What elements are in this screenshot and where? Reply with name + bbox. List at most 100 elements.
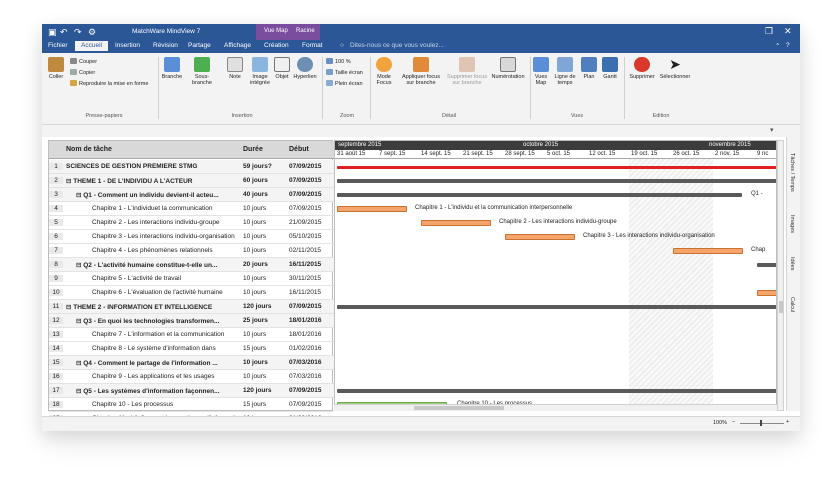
fit-screen-button[interactable]: Taille écran xyxy=(326,69,363,76)
options-bar: ▾ xyxy=(42,125,800,137)
gantt-summary-bar[interactable] xyxy=(337,389,776,393)
table-row[interactable]: 3 ⊟ Q1 - Comment un individu devient-il a… xyxy=(49,188,334,202)
dropdown-arrow-icon[interactable]: ▾ xyxy=(770,126,774,134)
tab-affichage[interactable]: Affichage xyxy=(224,42,251,49)
task-name: Chapitre 2 - Les interactions individu-g… xyxy=(92,219,220,226)
help-icon[interactable]: ? xyxy=(786,42,790,49)
gantt-task-bar[interactable] xyxy=(505,234,575,240)
gantt-button[interactable]: Gantt xyxy=(600,57,620,80)
apply-focus-button[interactable]: Appliquer focus sur branche xyxy=(398,57,444,86)
full-screen-button[interactable]: Plein écran xyxy=(326,80,363,87)
focus-mode-button[interactable]: Mode Focus xyxy=(372,57,396,86)
scrollbar-thumb[interactable] xyxy=(779,301,783,313)
image-button[interactable]: Image intégrée xyxy=(247,57,273,86)
table-row[interactable]: 10 Chapitre 6 - L'évaluation de l'activit… xyxy=(49,286,334,300)
task-start: 07/09/2015 xyxy=(289,163,322,170)
zoom-slider-thumb[interactable] xyxy=(760,420,762,426)
gantt-summary-bar[interactable] xyxy=(757,263,776,267)
gantt-summary-bar[interactable] xyxy=(337,305,776,309)
note-button[interactable]: Note xyxy=(227,57,243,80)
table-row[interactable]: 5 Chapitre 2 - Les interactions individu-… xyxy=(49,216,334,230)
zoom-100-button[interactable]: 100 % xyxy=(326,58,351,65)
select-button[interactable]: ➤ Sélectionner xyxy=(658,57,692,81)
table-row[interactable]: 8 ⊟ Q2 - L'activité humaine constitue-t-e… xyxy=(49,258,334,272)
table-row[interactable]: 9 Chapitre 5 - L'activité de travail 10 jo… xyxy=(49,272,334,286)
table-row[interactable]: 12 ⊟ Q3 - En quoi les technologies transf… xyxy=(49,314,334,328)
plan-button[interactable]: Plan xyxy=(580,57,598,80)
paste-button[interactable]: Coller xyxy=(46,57,66,80)
column-header-start[interactable]: Début xyxy=(289,146,309,153)
timeline-label: Ligne de temps xyxy=(554,74,576,86)
vertical-scrollbar[interactable] xyxy=(777,140,784,411)
branch-button[interactable]: Branche xyxy=(160,57,184,80)
table-row[interactable]: 7 Chapitre 4 - Les phénomènes relationnel… xyxy=(49,244,334,258)
object-button[interactable]: Objet xyxy=(274,57,290,80)
side-tab-calcul[interactable]: Calcul xyxy=(789,297,795,312)
table-row[interactable]: 18 Chapitre 10 - Les processus 15 jours 07/… xyxy=(49,398,334,412)
table-row[interactable]: 2 ⊟ THEME 1 - DE L'INDIVIDU A L'ACTEUR 60 … xyxy=(49,174,334,188)
tab-partage[interactable]: Partage xyxy=(188,42,211,49)
close-icon[interactable]: ✕ xyxy=(784,26,792,37)
app-window: ▣ ↶ ↷ ⚙ MatchWare MindView 7 Vue Map Rac… xyxy=(42,24,800,431)
gantt-summary-bar[interactable] xyxy=(337,179,776,183)
gantt-summary-bar[interactable] xyxy=(337,166,776,169)
side-tab-tasks[interactable]: Tâches / Temps xyxy=(789,153,795,192)
delete-button[interactable]: Supprimer xyxy=(626,57,658,80)
numbering-button[interactable]: Numérotation xyxy=(490,57,526,80)
gantt-task-bar[interactable] xyxy=(421,220,491,226)
restore-icon[interactable]: ❐ xyxy=(765,26,773,37)
side-tab-ideas[interactable]: Idées xyxy=(789,257,795,270)
ribbon-collapse-icon[interactable]: ⌃ xyxy=(775,42,780,50)
tab-insertion[interactable]: Insertion xyxy=(115,42,140,49)
row-number: 15 xyxy=(49,359,63,366)
table-row[interactable]: 4 Chapitre 1 - L'individuet la communicat… xyxy=(49,202,334,216)
redo-icon[interactable]: ↷ xyxy=(74,27,82,38)
tab-creation[interactable]: Création xyxy=(264,42,289,49)
zoom-in-icon[interactable]: + xyxy=(786,419,789,425)
gantt-task-bar[interactable] xyxy=(757,290,776,296)
detail-group-label: Détail xyxy=(441,113,457,119)
subbranch-button[interactable]: Sous-branche xyxy=(185,57,219,86)
scrollbar-thumb[interactable] xyxy=(414,406,504,410)
column-header-duration[interactable]: Durée xyxy=(243,146,263,153)
customize-icon[interactable]: ⚙ xyxy=(88,27,96,38)
table-row[interactable]: 1 SCIENCES DE GESTION PREMIERE STMG 59 jou… xyxy=(49,160,334,174)
tab-revision[interactable]: Révision xyxy=(153,42,178,49)
save-icon[interactable]: ▣ xyxy=(48,27,57,38)
ribbon-tab-bar: Fichier Accueil Insertion Révision Parta… xyxy=(42,40,800,53)
gantt-task-bar[interactable] xyxy=(337,206,407,212)
table-row[interactable]: 6 Chapitre 3 - Les interactions individu-… xyxy=(49,230,334,244)
remove-focus-button[interactable]: Supprimer focus sur branche xyxy=(444,57,490,86)
table-row[interactable]: 11 ⊟ THEME 2 - INFORMATION ET INTELLIGENC… xyxy=(49,300,334,314)
tab-accueil[interactable]: Accueil xyxy=(75,41,108,51)
gantt-task-bar[interactable] xyxy=(673,248,743,254)
table-row[interactable]: 17 ⊟ Q5 - Les systèmes d'information faço… xyxy=(49,384,334,398)
side-tab-images[interactable]: Images xyxy=(789,215,795,233)
task-start: 07/09/2015 xyxy=(289,191,322,198)
ribbon-separator xyxy=(624,57,625,119)
week-label: 7 sept. 15 xyxy=(379,151,406,157)
copy-button[interactable]: Copier xyxy=(70,69,95,76)
column-header-name[interactable]: Nom de tâche xyxy=(66,146,112,153)
table-row[interactable]: 14 Chapitre 8 - Le système d'information … xyxy=(49,342,334,356)
zoom-out-icon[interactable]: − xyxy=(732,419,735,425)
gantt-summary-bar[interactable] xyxy=(337,193,742,197)
views-map-button[interactable]: Vues Map xyxy=(532,57,550,86)
table-row[interactable]: 16 Chapitre 9 - Les applications et les u… xyxy=(49,370,334,384)
horizontal-scrollbar[interactable] xyxy=(334,404,777,411)
zoom-icon xyxy=(326,58,333,64)
tell-me-search[interactable]: Dites-nous ce que vous voulez... xyxy=(350,42,444,49)
tab-format[interactable]: Format xyxy=(302,42,323,49)
row-number: 13 xyxy=(49,331,63,338)
table-row[interactable]: 13 Chapitre 7 - L'information et la commu… xyxy=(49,328,334,342)
timeline-button[interactable]: Ligne de temps xyxy=(552,57,578,86)
undo-icon[interactable]: ↶ xyxy=(60,27,68,38)
copy-label: Copier xyxy=(79,70,96,76)
table-row[interactable]: 15 ⊟ Q4 - Comment le partage de l'informa… xyxy=(49,356,334,370)
cut-button[interactable]: Couper xyxy=(70,58,97,65)
format-painter-button[interactable]: Reproduire la mise en forme xyxy=(70,80,148,87)
hyperlink-button[interactable]: Hyperlien xyxy=(292,57,318,80)
zoom-slider[interactable] xyxy=(740,423,784,424)
row-number: 16 xyxy=(49,373,63,380)
tab-fichier[interactable]: Fichier xyxy=(48,42,68,49)
